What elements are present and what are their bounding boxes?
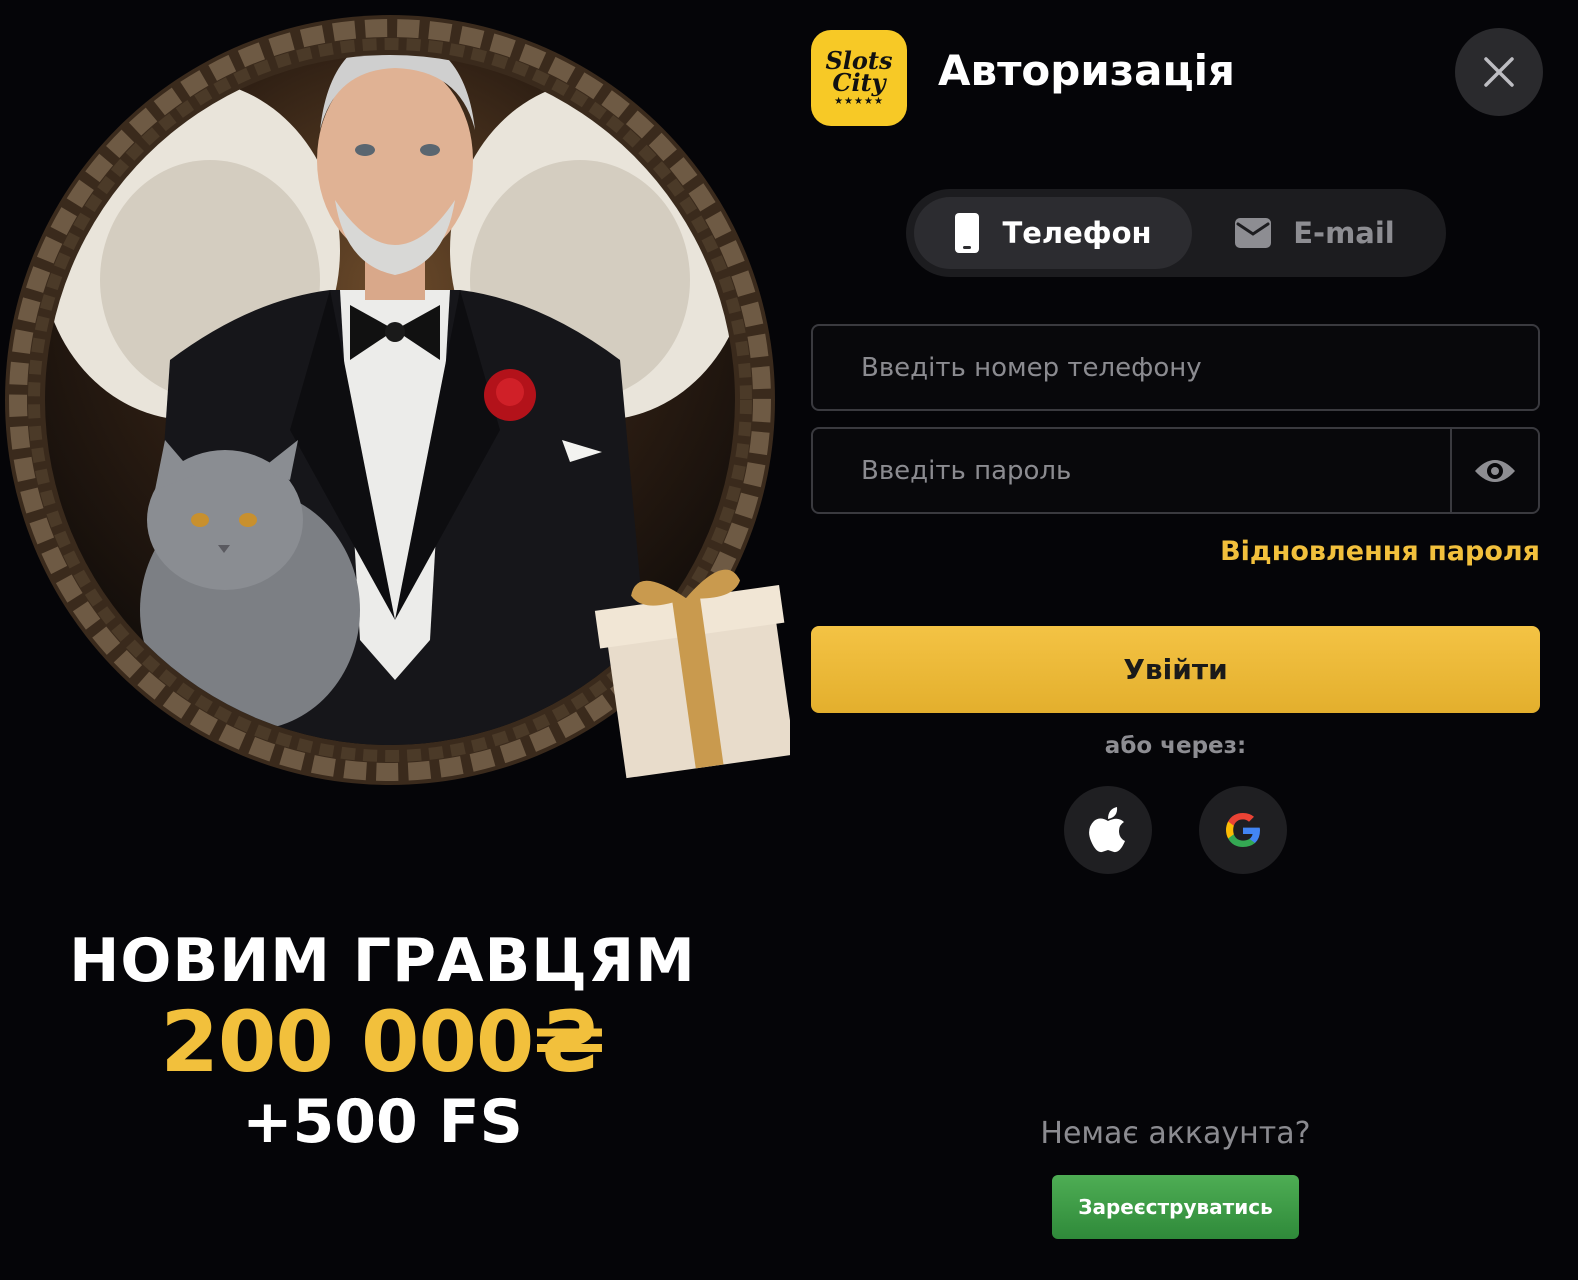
- google-login-button[interactable]: [1199, 786, 1287, 874]
- phone-input[interactable]: [813, 326, 1538, 409]
- phone-field-wrapper: [811, 324, 1540, 411]
- close-button[interactable]: [1455, 28, 1543, 116]
- promo-text: НОВИМ ГРАВЦЯМ 200 000₴ +500 FS: [0, 925, 765, 1157]
- logo-stars: ★★★★★: [834, 95, 884, 107]
- or-via-label: або через:: [1104, 733, 1247, 759]
- promo-portrait-image: [5, 15, 790, 785]
- password-field-wrapper: [811, 427, 1540, 514]
- promo-headline: НОВИМ ГРАВЦЯМ: [69, 926, 696, 996]
- tab-phone-label: Телефон: [1002, 216, 1152, 250]
- toggle-password-visibility-button[interactable]: [1450, 429, 1538, 512]
- promo-bonus-amount: 200 000₴: [160, 993, 605, 1091]
- google-icon: [1226, 813, 1260, 847]
- tab-email-label: E-mail: [1293, 216, 1395, 250]
- phone-icon: [955, 213, 980, 253]
- register-button[interactable]: Зареєструватись: [1052, 1175, 1299, 1239]
- login-button[interactable]: Увійти: [811, 626, 1540, 713]
- promo-banner: НОВИМ ГРАВЦЯМ 200 000₴ +500 FS: [0, 0, 790, 1280]
- apple-icon: [1089, 807, 1125, 853]
- promo-free-spins: +500 FS: [242, 1087, 523, 1157]
- login-method-tabs: Телефон E-mail: [906, 189, 1446, 277]
- logo-text-line2: City: [832, 67, 886, 97]
- page-title: Авторизація: [938, 46, 1236, 95]
- slots-city-logo: Slots City ★★★★★: [811, 30, 907, 126]
- apple-login-button[interactable]: [1064, 786, 1152, 874]
- close-icon: [1484, 57, 1514, 87]
- eye-icon: [1475, 459, 1515, 482]
- forgot-password-link[interactable]: Відновлення пароля: [1220, 536, 1540, 567]
- tab-email[interactable]: E-mail: [1192, 197, 1438, 269]
- no-account-text: Немає аккаунта?: [1040, 1116, 1311, 1151]
- password-input[interactable]: [813, 429, 1453, 512]
- mail-icon: [1235, 218, 1272, 248]
- tab-phone[interactable]: Телефон: [914, 197, 1192, 269]
